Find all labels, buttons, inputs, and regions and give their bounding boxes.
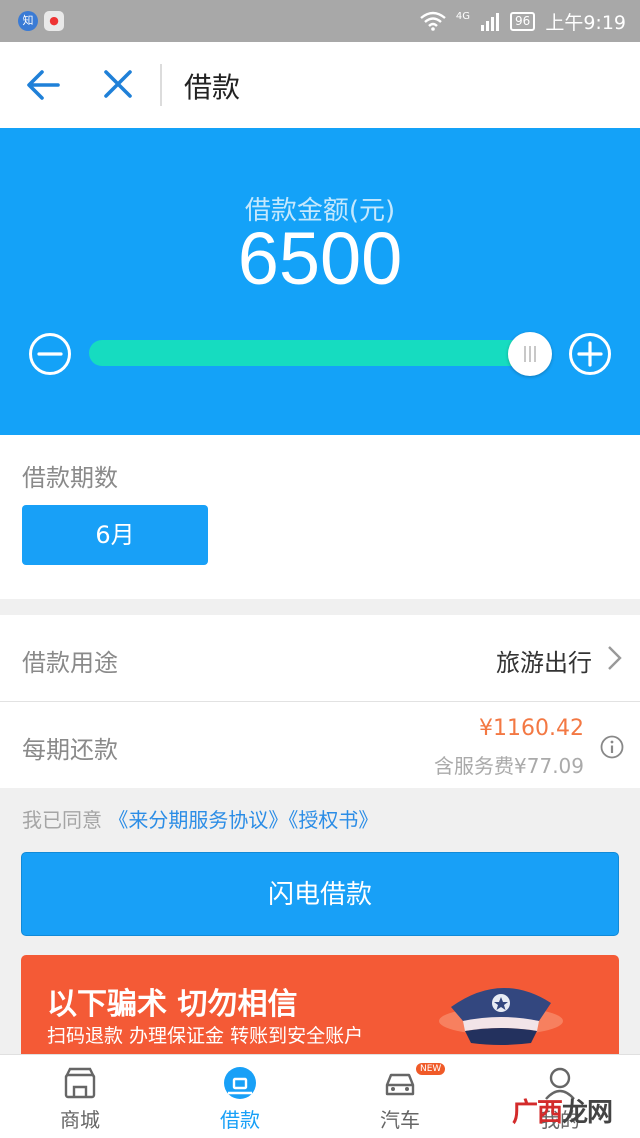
map-app-icon: ● bbox=[44, 11, 64, 31]
purpose-label: 借款用途 bbox=[22, 649, 118, 677]
service-fee: 含服务费¥77.09 bbox=[434, 754, 584, 778]
purpose-value: 旅游出行 bbox=[496, 649, 592, 677]
period-option-button[interactable]: 6月 bbox=[22, 505, 208, 565]
shop-icon bbox=[64, 1067, 96, 1099]
repayment-row: 每期还款 ¥1160.42 含服务费¥77.09 bbox=[0, 702, 640, 788]
site-watermark: 广西龙网 bbox=[512, 1092, 613, 1129]
banner-title: 以下骗术 切勿相信 bbox=[47, 987, 298, 1022]
status-bar: 知 ● 4G 96 上午9:19 bbox=[0, 0, 640, 42]
period-section: 借款期数 6月 bbox=[0, 435, 640, 599]
watermark-part-a: 广西 bbox=[512, 1098, 563, 1128]
nav-divider bbox=[160, 64, 162, 106]
purpose-row[interactable]: 借款用途 旅游出行 bbox=[0, 615, 640, 701]
zhihu-app-icon: 知 bbox=[18, 11, 38, 31]
repayment-label: 每期还款 bbox=[22, 736, 118, 764]
car-icon bbox=[385, 1073, 415, 1096]
repayment-amount: ¥1160.42 bbox=[479, 716, 584, 741]
tab-label: 汽车 bbox=[380, 1108, 420, 1132]
tab-label: 借款 bbox=[220, 1108, 260, 1132]
tab-shop[interactable]: 商城 bbox=[0, 1055, 160, 1138]
agreement-prefix: 我已同意 bbox=[22, 808, 102, 832]
tab-car[interactable]: NEW 汽车 bbox=[320, 1055, 480, 1138]
minus-icon[interactable] bbox=[28, 332, 72, 376]
status-right: 4G 96 上午9:19 bbox=[420, 0, 626, 42]
amount-slider-track[interactable] bbox=[89, 340, 531, 366]
police-cap-icon bbox=[439, 987, 563, 1045]
period-label: 借款期数 bbox=[22, 464, 118, 492]
amount-slider-handle[interactable] bbox=[508, 332, 552, 376]
close-icon[interactable] bbox=[100, 66, 136, 102]
tab-label: 商城 bbox=[60, 1108, 100, 1132]
service-agreement-link[interactable]: 《来分期服务协议》 bbox=[108, 808, 288, 832]
chevron-right-icon bbox=[608, 646, 622, 670]
signal-icon bbox=[481, 13, 500, 31]
banner-subtitle: 扫码退款 办理保证金 转账到安全账户 bbox=[47, 1025, 364, 1047]
amount-value: 6500 bbox=[237, 217, 403, 300]
nav-bar: 借款 bbox=[0, 42, 640, 128]
arrow-left-icon[interactable] bbox=[24, 66, 62, 104]
agreement-text: 我已同意 《来分期服务协议》《授权书》 bbox=[22, 804, 378, 833]
authorization-link[interactable]: 《授权书》 bbox=[288, 808, 378, 832]
amount-panel: 借款金额(元) 6500 bbox=[0, 128, 640, 435]
network-type: 4G bbox=[455, 10, 471, 22]
info-icon[interactable] bbox=[600, 735, 624, 759]
submit-loan-button[interactable]: 闪电借款 bbox=[21, 852, 619, 936]
wifi-icon bbox=[420, 11, 446, 31]
page-title: 借款 bbox=[184, 71, 241, 104]
loan-icon bbox=[224, 1067, 256, 1099]
new-badge: NEW bbox=[416, 1063, 446, 1075]
battery-level: 96 bbox=[510, 11, 536, 31]
plus-icon[interactable] bbox=[568, 332, 612, 376]
clock: 上午9:19 bbox=[545, 11, 626, 34]
tab-loan[interactable]: 借款 bbox=[160, 1055, 320, 1138]
watermark-part-b: 龙网 bbox=[562, 1098, 613, 1128]
fraud-warning-banner[interactable]: 以下骗术 切勿相信 扫码退款 办理保证金 转账到安全账户 bbox=[21, 955, 619, 1055]
